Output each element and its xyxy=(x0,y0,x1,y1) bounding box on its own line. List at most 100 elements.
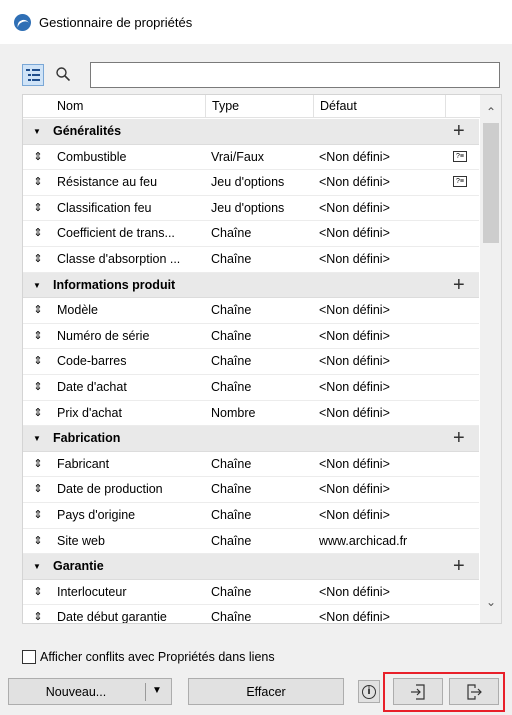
property-name: Combustible xyxy=(57,149,127,164)
plus-icon[interactable]: + xyxy=(453,119,465,143)
plus-icon[interactable]: + xyxy=(453,554,465,578)
group-row[interactable]: ▼ Fabrication + xyxy=(23,426,479,452)
import-button[interactable] xyxy=(393,678,443,705)
property-row[interactable]: ⇕ Pays d'origine Chaîne <Non défini> xyxy=(23,503,479,529)
property-default: www.archicad.fr xyxy=(319,533,408,548)
column-header-options xyxy=(445,95,479,118)
scroll-thumb[interactable] xyxy=(483,123,499,243)
collapse-triangle-icon[interactable]: ▼ xyxy=(33,426,41,452)
collapse-triangle-icon[interactable]: ▼ xyxy=(33,273,41,299)
property-row[interactable]: ⇕ Date de production Chaîne <Non défini> xyxy=(23,477,479,503)
collapse-triangle-icon[interactable]: ▼ xyxy=(33,119,41,145)
property-default: <Non défini> xyxy=(319,507,390,522)
properties-table: Nom Type Défaut ▼ Généralités + ⇕ Combustibl… xyxy=(22,94,502,624)
group-label: Informations produit xyxy=(53,277,176,292)
info-button[interactable]: i xyxy=(358,680,380,703)
property-row[interactable]: ⇕ Coefficient de trans... Chaîne <Non défin… xyxy=(23,221,479,247)
property-row[interactable]: ⇕ Classe d'absorption ... Chaîne <Non défin… xyxy=(23,247,479,273)
property-type: Chaîne xyxy=(211,379,252,394)
column-header-type[interactable]: Type xyxy=(205,95,313,118)
property-row[interactable]: ⇕ Numéro de série Chaîne <Non défini> xyxy=(23,324,479,350)
export-button[interactable] xyxy=(449,678,499,705)
property-name: Site web xyxy=(57,533,105,548)
property-default: <Non défini> xyxy=(319,405,390,420)
property-row[interactable]: ⇕ Date d'achat Chaîne <Non défini> xyxy=(23,375,479,401)
column-header-default[interactable]: Défaut xyxy=(313,95,445,118)
property-row[interactable]: ⇕ Prix d'achat Nombre <Non défini> xyxy=(23,401,479,427)
drag-handle-icon[interactable]: ⇕ xyxy=(31,247,45,273)
search-input[interactable] xyxy=(90,62,500,88)
list-view-icon xyxy=(26,69,40,81)
property-default: <Non défini> xyxy=(319,251,390,266)
drag-handle-icon[interactable]: ⇕ xyxy=(31,375,45,401)
drag-handle-icon[interactable]: ⇕ xyxy=(31,349,45,375)
property-default: <Non défini> xyxy=(319,456,390,471)
property-name: Fabricant xyxy=(57,456,110,471)
clear-button[interactable]: Effacer xyxy=(188,678,344,705)
show-conflicts-checkbox[interactable] xyxy=(22,650,36,664)
window-title: Gestionnaire de propriétés xyxy=(39,14,193,30)
drag-handle-icon[interactable]: ⇕ xyxy=(31,401,45,427)
property-name: Interlocuteur xyxy=(57,584,127,599)
property-name: Date de production xyxy=(57,482,163,497)
option-set-icon[interactable]: ?≡ xyxy=(453,145,473,171)
drag-handle-icon[interactable]: ⇕ xyxy=(31,324,45,350)
drag-handle-icon[interactable]: ⇕ xyxy=(31,145,45,171)
property-row[interactable]: ⇕ Fabricant Chaîne <Non défini> xyxy=(23,452,479,478)
property-name: Coefficient de trans... xyxy=(57,226,175,241)
property-name: Résistance au feu xyxy=(57,175,158,190)
property-row[interactable]: ⇕ Combustible Vrai/Faux <Non défini> ?≡ xyxy=(23,145,479,171)
property-row[interactable]: ⇕ Modèle Chaîne <Non défini> xyxy=(23,298,479,324)
drag-handle-icon[interactable]: ⇕ xyxy=(31,477,45,503)
plus-icon[interactable]: + xyxy=(453,273,465,297)
property-row[interactable]: ⇕ Code-barres Chaîne <Non défini> xyxy=(23,349,479,375)
property-name: Numéro de série xyxy=(57,328,150,343)
property-type: Chaîne xyxy=(211,610,252,624)
show-conflicts-option[interactable]: Afficher conflits avec Propriétés dans l… xyxy=(22,648,275,666)
property-type: Jeu d'options xyxy=(211,175,285,190)
drag-handle-icon[interactable]: ⇕ xyxy=(31,452,45,478)
group-row[interactable]: ▼ Généralités + xyxy=(23,119,479,145)
new-property-button[interactable]: Nouveau... ▼ xyxy=(8,678,172,705)
group-row[interactable]: ▼ Informations produit + xyxy=(23,272,479,299)
option-set-icon[interactable]: ?≡ xyxy=(453,170,473,196)
list-view-toggle-button[interactable] xyxy=(22,64,44,86)
drag-handle-icon[interactable]: ⇕ xyxy=(31,503,45,529)
group-label: Garantie xyxy=(53,559,104,574)
drag-handle-icon[interactable]: ⇕ xyxy=(31,605,45,623)
property-type: Chaîne xyxy=(211,251,252,266)
property-name: Prix d'achat xyxy=(57,405,122,420)
drag-handle-icon[interactable]: ⇕ xyxy=(31,196,45,222)
property-type: Chaîne xyxy=(211,584,252,599)
show-conflicts-label[interactable]: Afficher conflits avec Propriétés dans l… xyxy=(40,650,275,664)
property-default: <Non défini> xyxy=(319,584,390,599)
property-default: <Non défini> xyxy=(319,328,390,343)
group-row[interactable]: ▼ Garantie + xyxy=(23,554,479,580)
property-default: <Non défini> xyxy=(319,175,390,190)
vertical-scrollbar[interactable]: ⌃ ⌄ xyxy=(480,95,501,623)
column-header-name[interactable]: Nom xyxy=(47,95,205,118)
scroll-down-icon[interactable]: ⌄ xyxy=(480,595,501,611)
scroll-up-icon[interactable]: ⌃ xyxy=(480,105,501,121)
drag-handle-icon[interactable]: ⇕ xyxy=(31,170,45,196)
property-type: Chaîne xyxy=(211,226,252,241)
drag-handle-icon[interactable]: ⇕ xyxy=(31,298,45,324)
search-icon[interactable] xyxy=(56,67,70,81)
group-label: Fabrication xyxy=(53,431,121,446)
property-row[interactable]: ⇕ Interlocuteur Chaîne <Non défini> xyxy=(23,580,479,606)
dropdown-arrow-icon[interactable]: ▼ xyxy=(152,685,162,696)
property-type: Chaîne xyxy=(211,328,252,343)
drag-handle-icon[interactable]: ⇕ xyxy=(31,580,45,606)
property-row[interactable]: ⇕ Site web Chaîne www.archicad.fr xyxy=(23,529,479,555)
property-row[interactable]: ⇕ Date début garantie Chaîne <Non défini> xyxy=(23,605,479,624)
new-button-label[interactable]: Nouveau... xyxy=(9,685,143,699)
property-name: Code-barres xyxy=(57,354,127,369)
drag-handle-icon[interactable]: ⇕ xyxy=(31,529,45,555)
collapse-triangle-icon[interactable]: ▼ xyxy=(33,554,41,580)
property-default: <Non défini> xyxy=(319,200,390,215)
group-label: Généralités xyxy=(53,124,122,138)
property-row[interactable]: ⇕ Résistance au feu Jeu d'options <Non défi… xyxy=(23,170,479,196)
drag-handle-icon[interactable]: ⇕ xyxy=(31,221,45,247)
plus-icon[interactable]: + xyxy=(453,426,465,450)
property-row[interactable]: ⇕ Classification feu Jeu d'options <Non déf… xyxy=(23,196,479,222)
